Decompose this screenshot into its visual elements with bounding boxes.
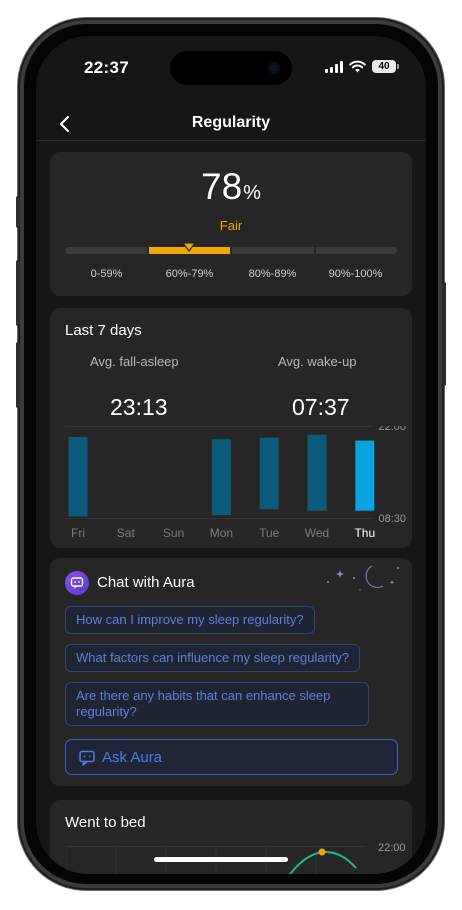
sleep-bar-chart: 22:00 08:30 Fri Sat Sun Mon Tue Wed Thu: [65, 426, 406, 540]
battery-icon: 40: [372, 60, 399, 73]
power-button: [442, 282, 446, 386]
x-axis-day-label: Tue: [259, 526, 280, 540]
chart-bar: [211, 439, 231, 516]
suggestion-chip[interactable]: What factors can influence my sleep regu…: [65, 644, 361, 672]
went-to-bed-title: Went to bed: [65, 814, 146, 831]
range-label: 90%-100%: [328, 268, 383, 280]
x-axis-day-label: Sun: [163, 526, 184, 540]
last-7-days-title: Last 7 days: [65, 322, 142, 339]
went-to-bed-point: [318, 848, 326, 856]
range-segment: [232, 247, 314, 254]
avg-wake-up-value: 07:37: [292, 394, 350, 420]
range-label: 60%-79%: [165, 268, 214, 280]
avg-wake-up-label: Avg. wake-up: [278, 354, 357, 369]
x-axis-day-label: Thu: [354, 526, 375, 540]
score-marker-icon: [182, 242, 196, 252]
camera-icon: [268, 62, 280, 74]
chat-bubble-icon: [65, 571, 89, 595]
suggestion-chip[interactable]: How can I improve my sleep regularity?: [65, 606, 315, 634]
signal-icon: [325, 60, 343, 73]
status-time: 22:37: [84, 58, 129, 77]
last-7-days-card: Last 7 days Avg. fall-asleep 23:13 Avg. …: [50, 308, 412, 548]
score-rating: Fair: [219, 218, 243, 233]
chart-bar: [259, 437, 279, 510]
ask-aura-label: Ask Aura: [102, 749, 163, 766]
avg-fall-asleep-label: Avg. fall-asleep: [90, 354, 179, 369]
volume-down-button: [16, 342, 20, 408]
chat-title: Chat with Aura: [97, 574, 195, 591]
x-axis-day-label: Fri: [71, 526, 85, 540]
suggestion-chip[interactable]: Are there any habits that can enhance sl…: [65, 682, 369, 726]
range-label: 0-59%: [90, 268, 123, 280]
score-range-bar: [65, 247, 397, 254]
chart-bar: [68, 436, 88, 517]
chart-bar: [355, 440, 375, 511]
app-screen: 22:37 40 Regularity 78% Fair 0-59% 60%-7…: [36, 36, 426, 874]
went-to-bed-axis-label: 22:00: [378, 842, 406, 854]
range-segment: [65, 247, 147, 254]
volume-up-button: [16, 260, 20, 326]
score-display: 78%: [50, 166, 412, 208]
dynamic-island: [170, 51, 292, 85]
home-indicator[interactable]: [154, 857, 288, 862]
avg-fall-asleep-value: 23:13: [110, 394, 168, 420]
range-segment: [315, 247, 397, 254]
night-sky-icon: [327, 565, 399, 591]
page-title: Regularity: [191, 114, 271, 131]
status-icons: 40: [325, 60, 399, 73]
nav-divider: [36, 140, 426, 141]
chat-with-aura-card: Chat with Aura How can I improve my slee…: [50, 558, 412, 786]
x-axis-day-label: Sat: [117, 526, 136, 540]
action-button: [16, 196, 20, 228]
regularity-score-card: 78% Fair 0-59% 60%-79% 80%-89% 90%-100%: [50, 152, 412, 296]
range-label: 80%-89%: [248, 268, 297, 280]
chat-icon: [79, 750, 95, 766]
wifi-icon: [349, 60, 366, 73]
y-axis-bottom-label: 08:30: [378, 513, 406, 525]
went-to-bed-card: Went to bed 22:00: [50, 800, 412, 874]
status-bar: 22:37 40: [36, 36, 426, 106]
chart-bar: [307, 434, 327, 511]
x-axis-day-label: Wed: [305, 526, 329, 540]
y-axis-top-label: 22:00: [378, 426, 406, 433]
range-labels: 0-59% 60%-79% 80%-89% 90%-100%: [65, 268, 397, 280]
score-value: 78: [201, 166, 243, 207]
x-axis-day-label: Mon: [210, 526, 233, 540]
nav-bar: Regularity: [36, 106, 426, 142]
score-unit: %: [243, 182, 261, 204]
ask-aura-button[interactable]: Ask Aura: [65, 739, 398, 775]
